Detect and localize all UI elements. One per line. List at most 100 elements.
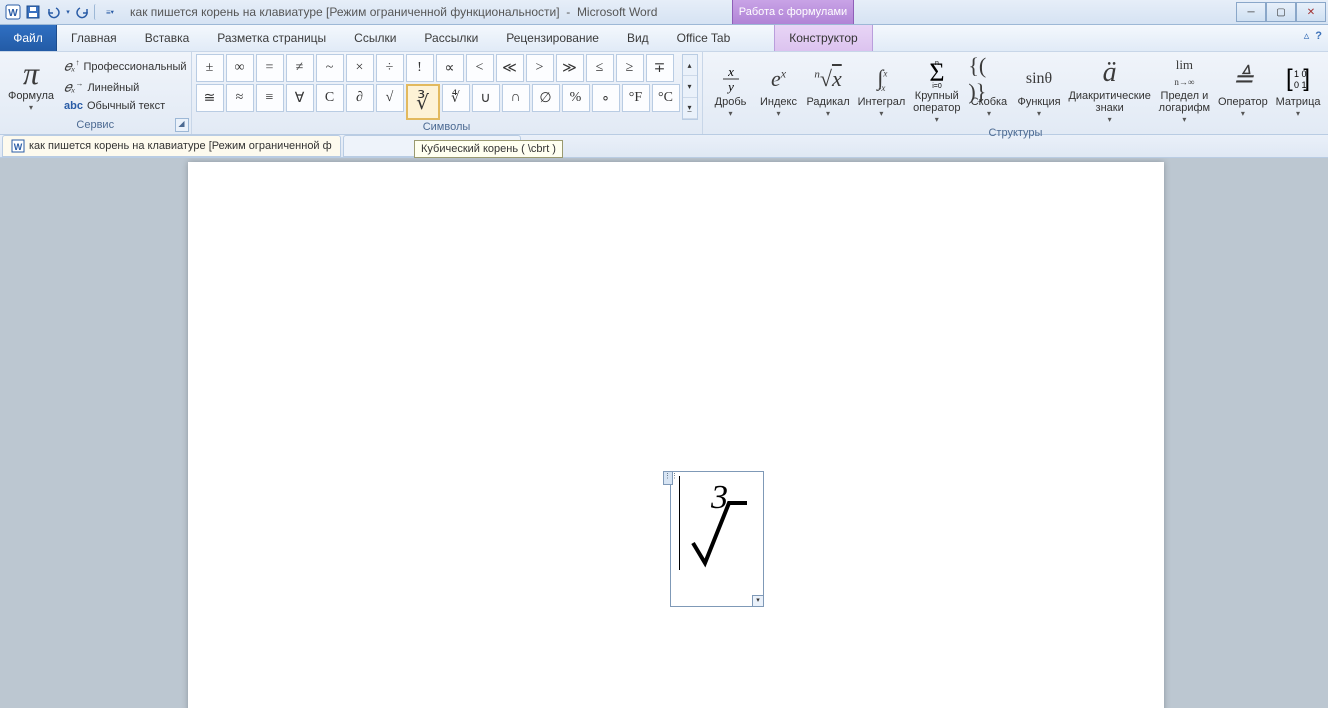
symbol-r1-5[interactable]: × bbox=[346, 54, 374, 82]
symbol-r1-14[interactable]: ≥ bbox=[616, 54, 644, 82]
scroll-down-icon[interactable]: ▾ bbox=[683, 76, 697, 97]
equation-label: Формула bbox=[8, 90, 54, 102]
help-icon[interactable]: ? bbox=[1315, 30, 1322, 42]
abc-icon: abc bbox=[64, 100, 83, 112]
structure-диакритические[interactable]: äДиакритическиезнаки▾ bbox=[1065, 54, 1155, 126]
linear-item[interactable]: 𝑒ₓ→ Линейный bbox=[64, 79, 187, 97]
symbol-r1-4[interactable]: ~ bbox=[316, 54, 344, 82]
structure-icon: n√x bbox=[814, 62, 841, 96]
document-tab[interactable]: W как пишется корень на клавиатуре [Режи… bbox=[2, 135, 341, 157]
symbol-r1-3[interactable]: ≠ bbox=[286, 54, 314, 82]
tab-insert[interactable]: Вставка bbox=[131, 25, 204, 51]
symbol-r1-15[interactable]: ∓ bbox=[646, 54, 674, 82]
symbol-r2-9[interactable]: ∪ bbox=[472, 84, 500, 112]
symbol-r2-13[interactable]: ∘ bbox=[592, 84, 620, 112]
undo-caret[interactable]: ▾ bbox=[64, 3, 72, 21]
tab-home[interactable]: Главная bbox=[57, 25, 131, 51]
word-icon[interactable]: W bbox=[4, 3, 22, 21]
tab-mailings[interactable]: Рассылки bbox=[410, 25, 492, 51]
chevron-down-icon: ▾ bbox=[29, 103, 33, 112]
symbol-r2-4[interactable]: C bbox=[316, 84, 344, 112]
symbol-r2-2[interactable]: ≡ bbox=[256, 84, 284, 112]
tab-office-tab[interactable]: Office Tab bbox=[663, 25, 745, 51]
equation-dropdown[interactable]: ▾ bbox=[752, 595, 764, 607]
structure-icon: ä bbox=[1103, 56, 1117, 90]
symbol-r1-12[interactable]: ≫ bbox=[556, 54, 584, 82]
symbol-r1-6[interactable]: ÷ bbox=[376, 54, 404, 82]
structure-матрица[interactable]: []1 00 1Матрица▾ bbox=[1272, 54, 1325, 126]
symbol-r1-0[interactable]: ± bbox=[196, 54, 224, 82]
symbol-r1-2[interactable]: = bbox=[256, 54, 284, 82]
symbol-r1-13[interactable]: ≤ bbox=[586, 54, 614, 82]
symbol-r1-8[interactable]: ∝ bbox=[436, 54, 464, 82]
undo-icon[interactable] bbox=[44, 3, 62, 21]
structure-icon: ≜ bbox=[1232, 62, 1254, 96]
symbol-r1-7[interactable]: ! bbox=[406, 54, 434, 82]
group-structures-label: Структуры bbox=[707, 126, 1325, 140]
symbol-r2-3[interactable]: ∀ bbox=[286, 84, 314, 112]
minimize-ribbon-icon[interactable]: ▵ bbox=[1304, 29, 1310, 42]
structure-индекс[interactable]: exИндекс▾ bbox=[755, 54, 803, 126]
scroll-up-icon[interactable]: ▴ bbox=[683, 55, 697, 76]
tab-design[interactable]: Конструктор bbox=[774, 25, 872, 51]
equation-content[interactable]: 3 bbox=[683, 478, 755, 568]
structure-label: Оператор bbox=[1218, 96, 1268, 108]
context-title: Работа с формулами bbox=[732, 0, 854, 24]
structure-функция[interactable]: sinθФункция▾ bbox=[1014, 54, 1065, 126]
symbol-r1-1[interactable]: ∞ bbox=[226, 54, 254, 82]
equation-frame[interactable]: ⋮⋮ 3 ▾ bbox=[670, 471, 764, 607]
tab-review[interactable]: Рецензирование bbox=[492, 25, 613, 51]
svg-text:[: [ bbox=[1286, 65, 1293, 92]
scroll-more-icon[interactable]: ▾̲ bbox=[683, 98, 697, 119]
structure-скобка[interactable]: {( )}Скобка▾ bbox=[964, 54, 1013, 126]
symbol-r2-15[interactable]: °C bbox=[652, 84, 680, 112]
text-cursor bbox=[679, 476, 680, 570]
symbol-scroll[interactable]: ▴ ▾ ▾̲ bbox=[682, 54, 698, 120]
symbol-r2-6[interactable]: √ bbox=[376, 84, 404, 112]
tab-references[interactable]: Ссылки bbox=[340, 25, 410, 51]
symbol-r2-10[interactable]: ∩ bbox=[502, 84, 530, 112]
professional-item[interactable]: 𝑒ₓ↑ Профессиональный bbox=[64, 58, 187, 76]
page bbox=[188, 162, 1164, 708]
equation-handle[interactable]: ⋮⋮ bbox=[663, 471, 673, 485]
symbol-r2-0[interactable]: ≅ bbox=[196, 84, 224, 112]
symbol-r2-11[interactable]: ∅ bbox=[532, 84, 560, 112]
symbol-r1-9[interactable]: < bbox=[466, 54, 494, 82]
structure-радикал[interactable]: n√xРадикал▾ bbox=[803, 54, 854, 126]
structure-label: Матрица bbox=[1276, 96, 1321, 108]
symbol-r2-5[interactable]: ∂ bbox=[346, 84, 374, 112]
chevron-down-icon: ▾ bbox=[776, 109, 780, 118]
structure-предел и[interactable]: limn→∞Предел илогарифм▾ bbox=[1155, 54, 1214, 126]
tab-view[interactable]: Вид bbox=[613, 25, 663, 51]
symbol-r2-7[interactable]: ∛ bbox=[406, 84, 440, 120]
symbol-r2-12[interactable]: % bbox=[562, 84, 590, 112]
tab-page-layout[interactable]: Разметка страницы bbox=[203, 25, 340, 51]
symbol-r1-10[interactable]: ≪ bbox=[496, 54, 524, 82]
document-canvas[interactable]: ⋮⋮ 3 ▾ bbox=[0, 158, 1328, 708]
symbol-r1-11[interactable]: > bbox=[526, 54, 554, 82]
group-tools-launcher[interactable]: ◢ bbox=[175, 118, 189, 132]
group-structures: xyДробь▾exИндекс▾n√xРадикал▾∫x-xИнтеграл… bbox=[703, 52, 1328, 134]
close-button[interactable]: ✕ bbox=[1296, 2, 1326, 22]
structure-оператор[interactable]: ≜Оператор▾ bbox=[1214, 54, 1272, 126]
symbol-r2-1[interactable]: ≈ bbox=[226, 84, 254, 112]
structure-icon: Σni=0 bbox=[921, 56, 953, 90]
structure-крупный[interactable]: Σni=0Крупныйоператор▾ bbox=[909, 54, 964, 126]
chevron-down-icon: ▾ bbox=[1241, 109, 1245, 118]
save-icon[interactable] bbox=[24, 3, 42, 21]
file-tab[interactable]: Файл bbox=[0, 25, 57, 51]
title-bar: W ▾ ≡▾ как пишется корень на клавиатуре … bbox=[0, 0, 1328, 25]
structure-label: Функция bbox=[1017, 96, 1060, 108]
equation-button[interactable]: π Формула ▾ bbox=[4, 54, 58, 114]
symbol-r2-8[interactable]: ∜ bbox=[442, 84, 470, 112]
qat-customize-caret[interactable]: ≡▾ bbox=[101, 3, 119, 21]
maximize-button[interactable]: ▢ bbox=[1266, 2, 1296, 22]
symbol-grid: ±∞=≠~×÷!∝<≪>≫≤≥∓ ≅≈≡∀C∂√∛∜∪∩∅%∘°F°C bbox=[196, 54, 680, 120]
normal-text-item[interactable]: abc Обычный текст bbox=[64, 100, 187, 112]
structure-дробь[interactable]: xyДробь▾ bbox=[707, 54, 755, 126]
structure-интеграл[interactable]: ∫x-xИнтеграл▾ bbox=[854, 54, 910, 126]
redo-icon[interactable] bbox=[74, 3, 92, 21]
minimize-button[interactable]: ─ bbox=[1236, 2, 1266, 22]
symbol-r2-14[interactable]: °F bbox=[622, 84, 650, 112]
group-tools: π Формула ▾ 𝑒ₓ↑ Профессиональный 𝑒ₓ→ Лин… bbox=[0, 52, 192, 134]
